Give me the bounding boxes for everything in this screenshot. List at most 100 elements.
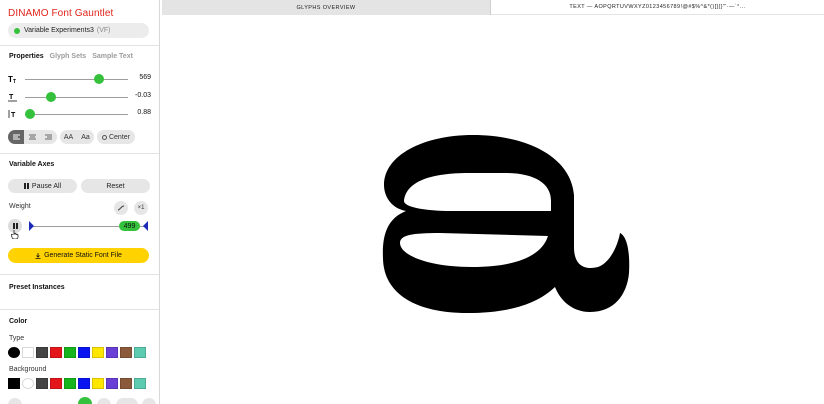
weight-axis-label: Weight <box>9 203 31 210</box>
align-right-icon <box>45 134 53 139</box>
background-color-label: Background <box>9 366 47 373</box>
divider <box>0 309 159 310</box>
size-slider-thumb[interactable] <box>94 74 105 84</box>
case-group: AA Aa <box>60 130 94 144</box>
type-color-label: Type <box>9 335 25 342</box>
color-swatch[interactable] <box>78 347 90 358</box>
color-swatch[interactable] <box>64 347 76 358</box>
divider <box>0 153 159 154</box>
leading-slider-track[interactable] <box>25 114 128 115</box>
preset-instances-title: Preset Instances <box>9 284 65 291</box>
tracking-slider-row: T -0.03 <box>8 91 151 103</box>
color-swatch[interactable] <box>8 347 20 358</box>
align-center-button[interactable] <box>24 130 40 144</box>
color-swatch[interactable] <box>120 347 132 358</box>
alignment-group <box>8 130 57 144</box>
color-swatch[interactable] <box>22 378 34 389</box>
divider <box>0 274 159 275</box>
color-swatch[interactable] <box>50 378 62 389</box>
svg-text:T: T <box>13 79 16 84</box>
speed-label: ×1 <box>137 205 145 211</box>
bottom-control[interactable] <box>142 398 156 404</box>
tracking-value: -0.03 <box>135 92 151 99</box>
axis-max-handle[interactable] <box>143 221 148 231</box>
view-tabs: GLYPHS OVERVIEW TEXT — AOPQRTUVWXYZ01234… <box>162 0 824 15</box>
bottom-control[interactable] <box>97 398 111 404</box>
tab-sample-text[interactable]: Sample Text <box>92 53 133 60</box>
glyph-a-shape <box>382 135 630 313</box>
font-badge: (VF) <box>96 27 111 34</box>
color-title: Color <box>9 318 28 325</box>
easing-curve-button[interactable] <box>114 201 128 215</box>
color-swatch[interactable] <box>50 347 62 358</box>
align-center-icon <box>28 134 36 139</box>
speed-button[interactable]: ×1 <box>134 201 148 215</box>
divider <box>0 45 159 46</box>
generate-label: Generate Static Font File <box>44 252 122 259</box>
pause-all-button[interactable]: Pause All <box>8 179 77 193</box>
center-button[interactable]: Center <box>97 130 135 144</box>
size-value: 569 <box>139 74 151 81</box>
tracking-icon: T <box>8 92 18 102</box>
reset-label: Reset <box>106 182 125 190</box>
svg-text:T: T <box>11 112 16 119</box>
align-right-button[interactable] <box>41 130 57 144</box>
svg-text:T: T <box>9 94 14 101</box>
font-selector[interactable]: Variable Experiments3 (VF) <box>8 23 149 38</box>
font-name: Variable Experiments3 <box>24 27 94 34</box>
size-slider-row: TT 569 <box>8 73 151 85</box>
glyph-canvas <box>162 15 824 404</box>
leading-value: 0.88 <box>137 109 151 116</box>
tab-text[interactable]: TEXT — AOPQRTUVWXYZ0123456789!@#$%^&*()[… <box>491 0 824 15</box>
weight-value-badge[interactable]: 499 <box>119 221 140 231</box>
curve-icon <box>117 205 125 211</box>
mixedcase-button[interactable]: Aa <box>77 130 94 144</box>
tracking-slider-thumb[interactable] <box>45 92 56 102</box>
glyph-preview <box>382 135 630 313</box>
pause-icon <box>23 183 29 189</box>
app-title: DINAMO Font Gauntlet <box>8 8 114 19</box>
align-left-button[interactable] <box>8 130 25 144</box>
color-swatch[interactable] <box>134 347 146 358</box>
sidebar-tabs: Properties Glyph Sets Sample Text <box>9 53 133 60</box>
align-left-icon <box>12 134 20 139</box>
tracking-slider-track[interactable] <box>25 97 128 98</box>
axis-min-handle[interactable] <box>29 221 34 231</box>
download-icon <box>35 252 41 259</box>
tab-glyphs-overview[interactable]: GLYPHS OVERVIEW <box>162 0 491 15</box>
center-icon <box>101 134 107 140</box>
color-swatch[interactable] <box>120 378 132 389</box>
leading-icon: T <box>8 109 18 119</box>
center-label: Center <box>108 133 130 141</box>
color-swatch[interactable] <box>106 378 118 389</box>
size-slider-track[interactable] <box>25 79 128 80</box>
background-swatch-row <box>8 378 146 389</box>
color-swatch[interactable] <box>106 347 118 358</box>
color-swatch[interactable] <box>22 347 34 358</box>
color-swatch[interactable] <box>134 378 146 389</box>
tab-properties[interactable]: Properties <box>9 53 44 60</box>
color-swatch[interactable] <box>92 347 104 358</box>
color-swatch[interactable] <box>64 378 76 389</box>
bottom-toggle-thumb[interactable] <box>78 397 92 404</box>
font-size-icon: TT <box>8 74 18 85</box>
sidebar: DINAMO Font Gauntlet Variable Experiment… <box>0 0 160 404</box>
variable-axes-title: Variable Axes <box>9 161 55 168</box>
bottom-control[interactable] <box>116 398 138 404</box>
uppercase-button[interactable]: AA <box>60 130 77 144</box>
reset-button[interactable]: Reset <box>81 179 150 193</box>
leading-slider-row: T 0.88 <box>8 108 151 120</box>
color-swatch[interactable] <box>36 347 48 358</box>
type-swatch-row <box>8 347 146 358</box>
tab-glyph-sets[interactable]: Glyph Sets <box>50 53 87 60</box>
color-swatch[interactable] <box>92 378 104 389</box>
pause-all-label: Pause All <box>31 182 62 190</box>
color-swatch[interactable] <box>8 378 20 389</box>
color-swatch[interactable] <box>36 378 48 389</box>
status-dot-icon <box>14 27 20 34</box>
color-swatch[interactable] <box>78 378 90 389</box>
leading-slider-thumb[interactable] <box>25 109 36 119</box>
bottom-control[interactable] <box>8 398 22 404</box>
generate-static-font-button[interactable]: Generate Static Font File <box>8 248 149 263</box>
hand-cursor-icon <box>11 230 19 239</box>
